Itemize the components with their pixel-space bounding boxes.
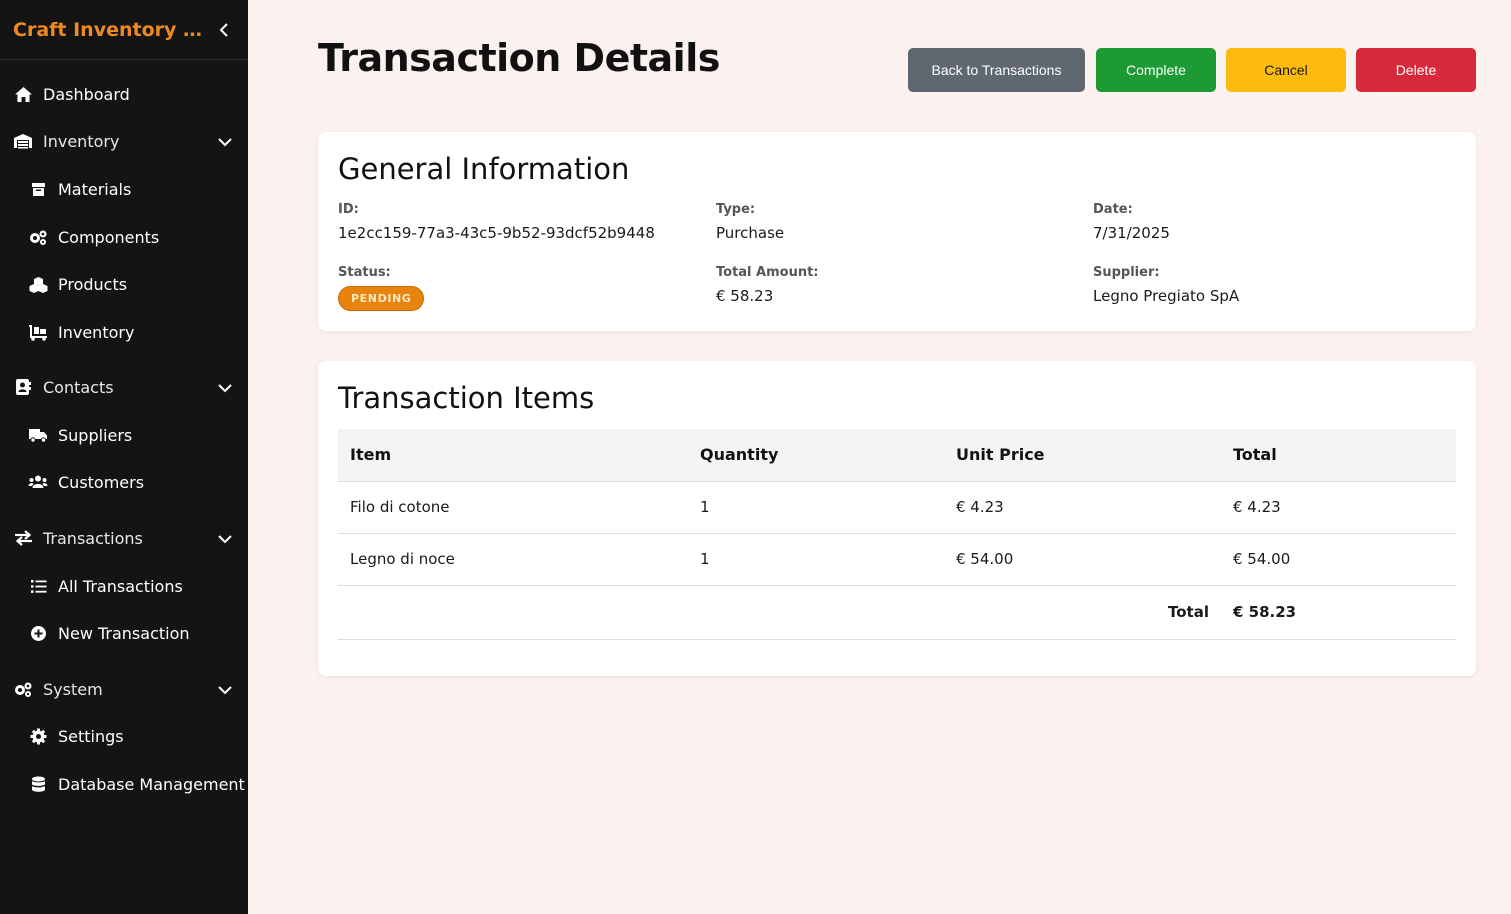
sidebar-item-products[interactable]: Products bbox=[0, 266, 248, 302]
sidebar-item-materials[interactable]: Materials bbox=[0, 171, 248, 207]
sidebar-item-label: Components bbox=[58, 227, 160, 247]
total-amount-label: Total Amount: bbox=[716, 265, 819, 280]
address-book-icon bbox=[13, 377, 33, 397]
chevron-down-icon bbox=[218, 384, 232, 393]
sidebar-item-inventory[interactable]: Inventory bbox=[0, 314, 248, 350]
date-label: Date: bbox=[1093, 202, 1133, 217]
cubes-icon bbox=[28, 274, 48, 294]
column-header-total: Total bbox=[1221, 429, 1456, 482]
column-header-quantity: Quantity bbox=[688, 429, 944, 482]
sidebar-item-label: Materials bbox=[58, 179, 132, 199]
gears-icon bbox=[28, 227, 48, 247]
truck-icon bbox=[28, 425, 48, 445]
sidebar-item-label: All Transactions bbox=[58, 576, 183, 596]
home-icon bbox=[13, 84, 33, 104]
status-badge: PENDING bbox=[338, 286, 425, 311]
sidebar-item-database-management[interactable]: Database Management bbox=[0, 766, 248, 802]
sidebar-item-label: New Transaction bbox=[58, 623, 190, 643]
id-value: 1e2cc159-77a3-43c5-9b52-93dcf52b9448 bbox=[338, 224, 655, 242]
table-row: Legno di noce 1 € 54.00 € 54.00 bbox=[338, 533, 1456, 586]
cancel-button[interactable]: Cancel bbox=[1226, 48, 1346, 92]
sidebar-item-label: Customers bbox=[58, 472, 145, 492]
chevron-down-icon bbox=[218, 138, 232, 147]
sidebar-item-label: Inventory bbox=[58, 322, 135, 342]
general-information-heading: General Information bbox=[338, 152, 630, 186]
sidebar: Craft Inventory Man... Dashboard Invento… bbox=[0, 0, 248, 914]
collapse-sidebar-icon[interactable] bbox=[216, 22, 232, 38]
sidebar-group-contacts[interactable]: Contacts bbox=[0, 369, 248, 405]
column-header-unit-price: Unit Price bbox=[944, 429, 1221, 482]
type-value: Purchase bbox=[716, 224, 785, 242]
unit-price-cell: € 4.23 bbox=[944, 481, 1221, 534]
sidebar-item-label: Dashboard bbox=[43, 84, 130, 104]
type-label: Type: bbox=[716, 202, 756, 217]
sidebar-item-label: Transactions bbox=[43, 528, 143, 548]
sidebar-item-label: Products bbox=[58, 274, 128, 294]
item-name-cell: Filo di cotone bbox=[338, 481, 688, 534]
sidebar-item-components[interactable]: Components bbox=[0, 219, 248, 255]
exchange-icon bbox=[13, 528, 33, 548]
total-amount-value: € 58.23 bbox=[716, 287, 774, 305]
sidebar-item-label: Suppliers bbox=[58, 425, 133, 445]
list-icon bbox=[28, 576, 48, 596]
chevron-down-icon bbox=[218, 535, 232, 544]
sidebar-item-label: Database Management bbox=[58, 774, 245, 794]
gears-icon bbox=[13, 679, 33, 699]
transaction-items-heading: Transaction Items bbox=[338, 381, 595, 415]
box-icon bbox=[28, 179, 48, 199]
supplier-value: Legno Pregiato SpA bbox=[1093, 287, 1240, 305]
app-title: Craft Inventory Man... bbox=[13, 18, 213, 41]
table-row: Filo di cotone 1 € 4.23 € 4.23 bbox=[338, 481, 1456, 534]
quantity-cell: 1 bbox=[688, 533, 944, 586]
line-total-cell: € 4.23 bbox=[1221, 481, 1456, 534]
sidebar-group-inventory[interactable]: Inventory bbox=[0, 123, 248, 159]
column-header-item: Item bbox=[338, 429, 688, 482]
sidebar-item-suppliers[interactable]: Suppliers bbox=[0, 417, 248, 453]
chevron-down-icon bbox=[218, 686, 232, 695]
gear-icon bbox=[28, 726, 48, 746]
sidebar-item-new-transaction[interactable]: New Transaction bbox=[0, 615, 248, 651]
general-information-card: General Information ID: 1e2cc159-77a3-43… bbox=[318, 132, 1476, 331]
sidebar-item-all-transactions[interactable]: All Transactions bbox=[0, 568, 248, 604]
grand-total-label: Total bbox=[338, 585, 1221, 640]
delete-button[interactable]: Delete bbox=[1356, 48, 1476, 92]
database-icon bbox=[28, 774, 48, 794]
id-label: ID: bbox=[338, 202, 359, 217]
table-header-row: Item Quantity Unit Price Total bbox=[338, 429, 1456, 482]
date-value: 7/31/2025 bbox=[1093, 224, 1170, 242]
warehouse-icon bbox=[13, 131, 33, 151]
sidebar-item-dashboard[interactable]: Dashboard bbox=[0, 76, 248, 112]
transaction-items-card: Transaction Items Item Quantity Unit Pri… bbox=[318, 361, 1476, 676]
sidebar-item-label: System bbox=[43, 679, 103, 699]
sidebar-item-label: Inventory bbox=[43, 131, 120, 151]
sidebar-header: Craft Inventory Man... bbox=[0, 0, 248, 60]
back-to-transactions-button[interactable]: Back to Transactions bbox=[908, 48, 1085, 92]
plus-circle-icon bbox=[28, 623, 48, 643]
sidebar-group-transactions[interactable]: Transactions bbox=[0, 520, 248, 556]
status-label: Status: bbox=[338, 265, 391, 280]
quantity-cell: 1 bbox=[688, 481, 944, 534]
supplier-label: Supplier: bbox=[1093, 265, 1160, 280]
unit-price-cell: € 54.00 bbox=[944, 533, 1221, 586]
sidebar-item-label: Contacts bbox=[43, 377, 114, 397]
sidebar-item-label: Settings bbox=[58, 726, 124, 746]
complete-button[interactable]: Complete bbox=[1096, 48, 1216, 92]
page-title: Transaction Details bbox=[318, 36, 720, 80]
sidebar-group-system[interactable]: System bbox=[0, 671, 248, 707]
grand-total-value: € 58.23 bbox=[1221, 585, 1456, 640]
sidebar-item-customers[interactable]: Customers bbox=[0, 464, 248, 500]
transaction-items-table: Item Quantity Unit Price Total Filo di c… bbox=[338, 429, 1456, 640]
item-name-cell: Legno di noce bbox=[338, 533, 688, 586]
table-total-row: Total € 58.23 bbox=[338, 585, 1456, 640]
users-icon bbox=[28, 472, 48, 492]
dolly-icon bbox=[28, 322, 48, 342]
line-total-cell: € 54.00 bbox=[1221, 533, 1456, 586]
sidebar-item-settings[interactable]: Settings bbox=[0, 718, 248, 754]
